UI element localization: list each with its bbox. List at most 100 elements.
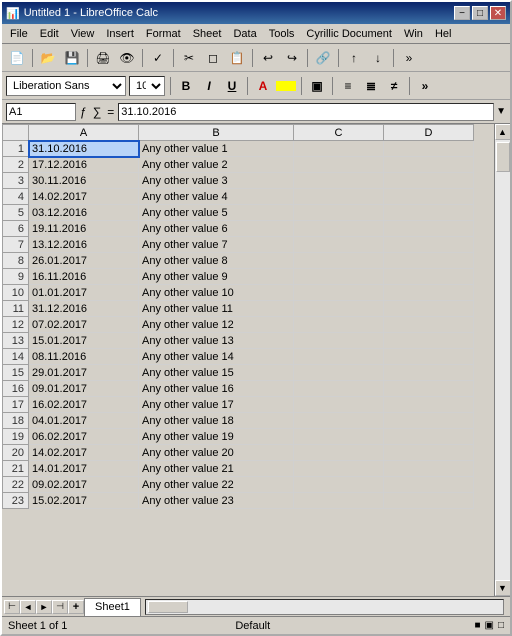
cell-a-18[interactable]: 04.01.2017 xyxy=(29,413,139,429)
cell-a-23[interactable]: 15.02.2017 xyxy=(29,493,139,509)
cell-b-4[interactable]: Any other value 4 xyxy=(139,189,294,205)
align-center-button[interactable]: ≣ xyxy=(361,76,381,96)
cell-a-10[interactable]: 01.01.2017 xyxy=(29,285,139,301)
print-button[interactable]: 🖨 xyxy=(92,47,114,69)
cell-c-18[interactable] xyxy=(294,413,384,429)
cell-b-20[interactable]: Any other value 20 xyxy=(139,445,294,461)
cell-b-21[interactable]: Any other value 21 xyxy=(139,461,294,477)
cell-d-14[interactable] xyxy=(384,349,474,365)
cell-a-17[interactable]: 16.02.2017 xyxy=(29,397,139,413)
cell-d-13[interactable] xyxy=(384,333,474,349)
cell-d-15[interactable] xyxy=(384,365,474,381)
col-header-b[interactable]: B xyxy=(139,125,294,141)
bold-button[interactable]: B xyxy=(176,76,196,96)
vertical-scrollbar[interactable]: ▲ ▼ xyxy=(494,124,510,596)
align-right-button[interactable]: ≠ xyxy=(384,76,404,96)
menu-edit[interactable]: Edit xyxy=(34,26,65,42)
menu-insert[interactable]: Insert xyxy=(100,26,140,42)
cell-c-10[interactable] xyxy=(294,285,384,301)
menu-file[interactable]: File xyxy=(4,26,34,42)
menu-cyrillic[interactable]: Cyrillic Document xyxy=(300,26,398,42)
cell-c-21[interactable] xyxy=(294,461,384,477)
save-button[interactable]: 💾 xyxy=(61,47,83,69)
font-color-button[interactable]: A xyxy=(253,76,273,96)
cell-d-23[interactable] xyxy=(384,493,474,509)
layout-icon-1[interactable]: ■ xyxy=(474,620,480,631)
cell-a-13[interactable]: 15.01.2017 xyxy=(29,333,139,349)
cell-b-17[interactable]: Any other value 17 xyxy=(139,397,294,413)
formula-input[interactable] xyxy=(118,103,494,121)
cell-a-20[interactable]: 14.02.2017 xyxy=(29,445,139,461)
cell-b-22[interactable]: Any other value 22 xyxy=(139,477,294,493)
sum-icon[interactable]: ∑ xyxy=(91,105,104,119)
cell-reference-input[interactable] xyxy=(6,103,76,121)
cell-a-3[interactable]: 30.11.2016 xyxy=(29,173,139,189)
cell-d-16[interactable] xyxy=(384,381,474,397)
cell-b-9[interactable]: Any other value 9 xyxy=(139,269,294,285)
cell-d-10[interactable] xyxy=(384,285,474,301)
cell-d-3[interactable] xyxy=(384,173,474,189)
tab-last-button[interactable]: ⊣ xyxy=(52,600,68,614)
cell-c-7[interactable] xyxy=(294,237,384,253)
hyperlink-button[interactable]: 🔗 xyxy=(312,47,334,69)
cell-d-7[interactable] xyxy=(384,237,474,253)
cell-c-17[interactable] xyxy=(294,397,384,413)
sheet-tab-1[interactable]: Sheet1 xyxy=(84,598,141,616)
cell-a-11[interactable]: 31.12.2016 xyxy=(29,301,139,317)
cell-a-5[interactable]: 03.12.2016 xyxy=(29,205,139,221)
cell-d-21[interactable] xyxy=(384,461,474,477)
redo-button[interactable]: ↪ xyxy=(281,47,303,69)
cell-d-22[interactable] xyxy=(384,477,474,493)
cell-b-18[interactable]: Any other value 18 xyxy=(139,413,294,429)
cell-c-5[interactable] xyxy=(294,205,384,221)
cell-d-6[interactable] xyxy=(384,221,474,237)
cell-d-9[interactable] xyxy=(384,269,474,285)
cell-b-14[interactable]: Any other value 14 xyxy=(139,349,294,365)
cell-c-19[interactable] xyxy=(294,429,384,445)
formula-expand-icon[interactable]: ▼ xyxy=(496,106,506,117)
copy-button[interactable]: ◻ xyxy=(202,47,224,69)
cell-d-17[interactable] xyxy=(384,397,474,413)
cell-b-13[interactable]: Any other value 13 xyxy=(139,333,294,349)
cell-c-1[interactable] xyxy=(294,141,384,157)
col-header-c[interactable]: C xyxy=(294,125,384,141)
cell-d-11[interactable] xyxy=(384,301,474,317)
cell-c-22[interactable] xyxy=(294,477,384,493)
cell-c-13[interactable] xyxy=(294,333,384,349)
cell-a-22[interactable]: 09.02.2017 xyxy=(29,477,139,493)
sort-desc-button[interactable]: ↓ xyxy=(367,47,389,69)
cell-d-18[interactable] xyxy=(384,413,474,429)
cell-b-23[interactable]: Any other value 23 xyxy=(139,493,294,509)
cell-a-19[interactable]: 06.02.2017 xyxy=(29,429,139,445)
cell-d-4[interactable] xyxy=(384,189,474,205)
cell-d-1[interactable] xyxy=(384,141,474,157)
cell-c-16[interactable] xyxy=(294,381,384,397)
cell-a-4[interactable]: 14.02.2017 xyxy=(29,189,139,205)
menu-win[interactable]: Win xyxy=(398,26,429,42)
cell-b-3[interactable]: Any other value 3 xyxy=(139,173,294,189)
horizontal-scroll-thumb[interactable] xyxy=(148,601,188,613)
cell-c-20[interactable] xyxy=(294,445,384,461)
paste-button[interactable]: 📋 xyxy=(226,47,248,69)
cell-b-15[interactable]: Any other value 15 xyxy=(139,365,294,381)
cell-b-1[interactable]: Any other value 1 xyxy=(139,141,294,157)
cell-a-2[interactable]: 17.12.2016 xyxy=(29,157,139,173)
cell-c-23[interactable] xyxy=(294,493,384,509)
cell-b-19[interactable]: Any other value 19 xyxy=(139,429,294,445)
cell-b-12[interactable]: Any other value 12 xyxy=(139,317,294,333)
sort-asc-button[interactable]: ↑ xyxy=(343,47,365,69)
cell-d-19[interactable] xyxy=(384,429,474,445)
cell-a-16[interactable]: 09.01.2017 xyxy=(29,381,139,397)
scroll-track[interactable] xyxy=(495,140,511,580)
tab-next-button[interactable]: ► xyxy=(36,600,52,614)
cut-button[interactable]: ✂ xyxy=(178,47,200,69)
cell-b-10[interactable]: Any other value 10 xyxy=(139,285,294,301)
minimize-button[interactable]: − xyxy=(454,6,470,20)
cell-d-5[interactable] xyxy=(384,205,474,221)
cell-c-9[interactable] xyxy=(294,269,384,285)
print-preview-button[interactable]: 👁 xyxy=(116,47,138,69)
cell-a-7[interactable]: 13.12.2016 xyxy=(29,237,139,253)
menu-sheet[interactable]: Sheet xyxy=(187,26,228,42)
cell-c-12[interactable] xyxy=(294,317,384,333)
cell-b-5[interactable]: Any other value 5 xyxy=(139,205,294,221)
